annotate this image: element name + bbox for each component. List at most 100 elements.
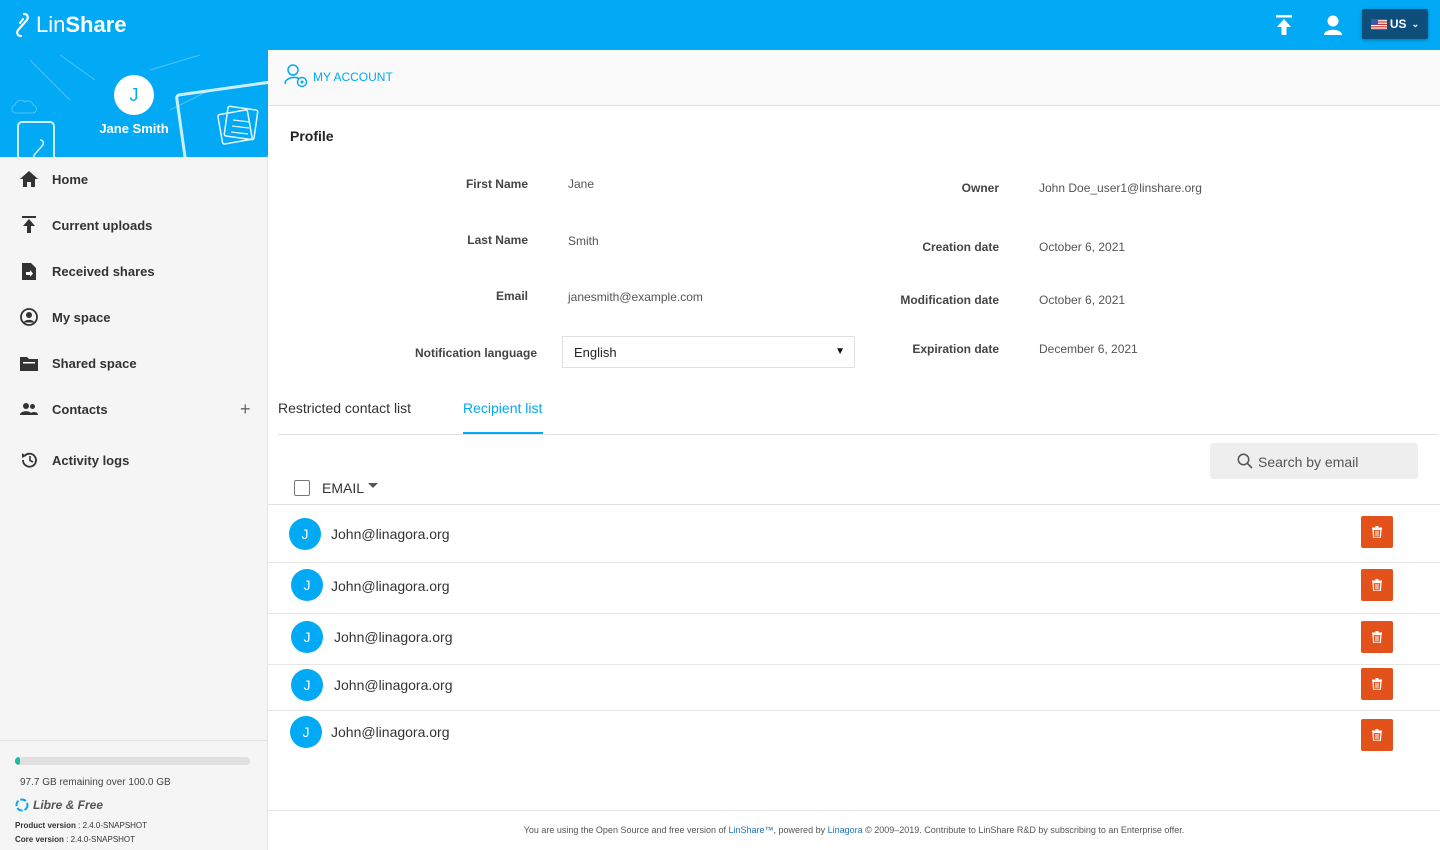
shared-space-icon — [19, 353, 39, 373]
notification-language-select[interactable]: English ▼ — [562, 336, 855, 368]
upload-icon — [1276, 15, 1292, 35]
owner-value: John Doe_user1@linshare.org — [1039, 181, 1202, 195]
language-label: US — [1389, 17, 1407, 31]
last-name-label: Last Name — [467, 233, 528, 247]
linshare-logo-icon — [16, 12, 29, 38]
product-version-value: : 2.4.0-SNAPSHOT — [75, 821, 148, 830]
profile-section-title: Profile — [290, 128, 334, 144]
sort-caret-icon[interactable] — [368, 483, 378, 488]
core-version: Core version : 2.4.0-SNAPSHOT — [15, 835, 135, 844]
sidebar-item-contacts[interactable]: Contacts + — [0, 387, 268, 431]
select-all-checkbox[interactable] — [294, 480, 310, 496]
contact-email: John@linagora.org — [331, 578, 450, 594]
sidebar-item-label: Activity logs — [52, 452, 130, 468]
quota-progress-fill — [15, 757, 21, 765]
core-version-value: : 2.4.0-SNAPSHOT — [63, 835, 136, 844]
sidebar-item-home[interactable]: Home — [0, 157, 268, 201]
contact-avatar: J — [291, 669, 323, 701]
contact-email: John@linagora.org — [331, 724, 450, 740]
email-label: Email — [495, 289, 528, 303]
creation-date-label: Creation date — [922, 240, 999, 254]
contact-list-tabs: Restricted contact list Recipient list — [278, 390, 1438, 435]
dropdown-arrow-icon: ▼ — [835, 346, 845, 357]
libre-free-label: Libre & Free — [33, 798, 104, 812]
received-shares-icon — [19, 261, 39, 281]
user-avatar[interactable]: J — [114, 75, 154, 115]
list-item: J John@linagora.org — [268, 506, 1440, 563]
tab-recipient-list[interactable]: Recipient list — [463, 400, 542, 416]
footer-text-3: © 2009–2019. Contribute to LinShare R&D … — [862, 825, 1185, 835]
email-value: janesmith@example.com — [568, 290, 703, 304]
recipient-list-header: EMAIL — [268, 460, 1440, 505]
sidebar-footer: 97.7 GB remaining over 100.0 GB Libre & … — [0, 740, 267, 850]
my-space-icon — [19, 307, 39, 327]
list-item: J John@linagora.org — [268, 711, 1440, 761]
first-name-label: First Name — [465, 177, 528, 191]
sidebar-item-label: Contacts — [52, 401, 108, 417]
language-selector[interactable]: US ⌄ — [1362, 9, 1428, 39]
page-title: MY ACCOUNT — [313, 70, 393, 84]
sidebar: J Jane Smith Home Current uploads Receiv… — [0, 50, 268, 850]
linshare-link[interactable]: LinShare™ — [729, 825, 774, 835]
sidebar-item-current-uploads[interactable]: Current uploads — [0, 203, 268, 247]
tab-restricted-contact-list[interactable]: Restricted contact list — [278, 400, 411, 416]
product-version: Product version : 2.4.0-SNAPSHOT — [15, 821, 147, 830]
contact-avatar: J — [290, 716, 322, 748]
sidebar-profile-header: J Jane Smith — [0, 50, 268, 157]
contacts-icon — [19, 399, 39, 419]
home-icon — [19, 169, 39, 189]
delete-button[interactable] — [1361, 668, 1393, 700]
modification-date-label: Modification date — [900, 293, 999, 307]
us-flag-icon — [1370, 18, 1387, 30]
list-item: J John@linagora.org — [268, 665, 1440, 711]
delete-button[interactable] — [1361, 621, 1393, 653]
sidebar-item-my-space[interactable]: My space — [0, 295, 268, 339]
modification-date-value: October 6, 2021 — [1039, 293, 1126, 307]
list-item: J John@linagora.org — [268, 563, 1440, 614]
upload-button[interactable] — [1271, 12, 1297, 38]
first-name-value: Jane — [568, 177, 595, 191]
delete-button[interactable] — [1361, 719, 1393, 751]
sidebar-item-activity-logs[interactable]: Activity logs — [0, 438, 268, 482]
trash-icon — [1372, 631, 1382, 643]
footer-text-1: You are using the Open Source and free v… — [523, 825, 729, 835]
delete-button[interactable] — [1361, 516, 1393, 548]
logo-text-lin: Lin — [36, 12, 66, 37]
trash-icon — [1372, 678, 1382, 690]
add-contact-list-button[interactable]: + — [240, 399, 251, 420]
quota-progress-bar — [15, 757, 250, 765]
email-column-header[interactable]: EMAIL — [322, 480, 364, 496]
upload-icon — [19, 215, 39, 235]
contact-avatar: J — [289, 518, 321, 550]
core-version-label: Core version — [15, 835, 64, 844]
trash-icon — [1372, 729, 1382, 741]
user-menu-button[interactable] — [1320, 12, 1346, 38]
account-settings-icon — [284, 64, 308, 88]
active-tab-indicator — [463, 432, 543, 434]
footer-notice: You are using the Open Source and free v… — [268, 810, 1440, 850]
trash-icon — [1372, 526, 1382, 538]
user-icon — [1324, 15, 1342, 35]
contact-email: John@linagora.org — [334, 677, 453, 693]
contact-avatar: J — [291, 621, 323, 653]
owner-label: Owner — [961, 181, 999, 195]
sidebar-item-label: Received shares — [52, 263, 155, 279]
logo-text-share: Share — [65, 12, 127, 37]
sidebar-item-label: My space — [52, 309, 111, 325]
linshare-logo[interactable]: Lin Share — [14, 11, 127, 39]
main-content: MY ACCOUNT Profile First Name Jane Last … — [268, 50, 1440, 850]
sidebar-item-shared-space[interactable]: Shared space — [0, 341, 268, 385]
sidebar-item-received-shares[interactable]: Received shares — [0, 249, 268, 293]
delete-button[interactable] — [1361, 569, 1393, 601]
contact-avatar: J — [291, 569, 323, 601]
linagora-link[interactable]: Linagora — [828, 825, 863, 835]
chevron-down-icon: ⌄ — [1411, 18, 1420, 29]
expiration-date-value: December 6, 2021 — [1039, 342, 1138, 356]
creation-date-value: October 6, 2021 — [1039, 240, 1126, 254]
notification-language-label: Notification language — [414, 346, 537, 360]
list-item: J John@linagora.org — [268, 614, 1440, 665]
expiration-date-label: Expiration date — [912, 342, 999, 356]
product-version-label: Product version — [15, 821, 76, 830]
quota-text: 97.7 GB remaining over 100.0 GB — [20, 777, 171, 788]
footer-text-2: , powered by — [773, 825, 828, 835]
